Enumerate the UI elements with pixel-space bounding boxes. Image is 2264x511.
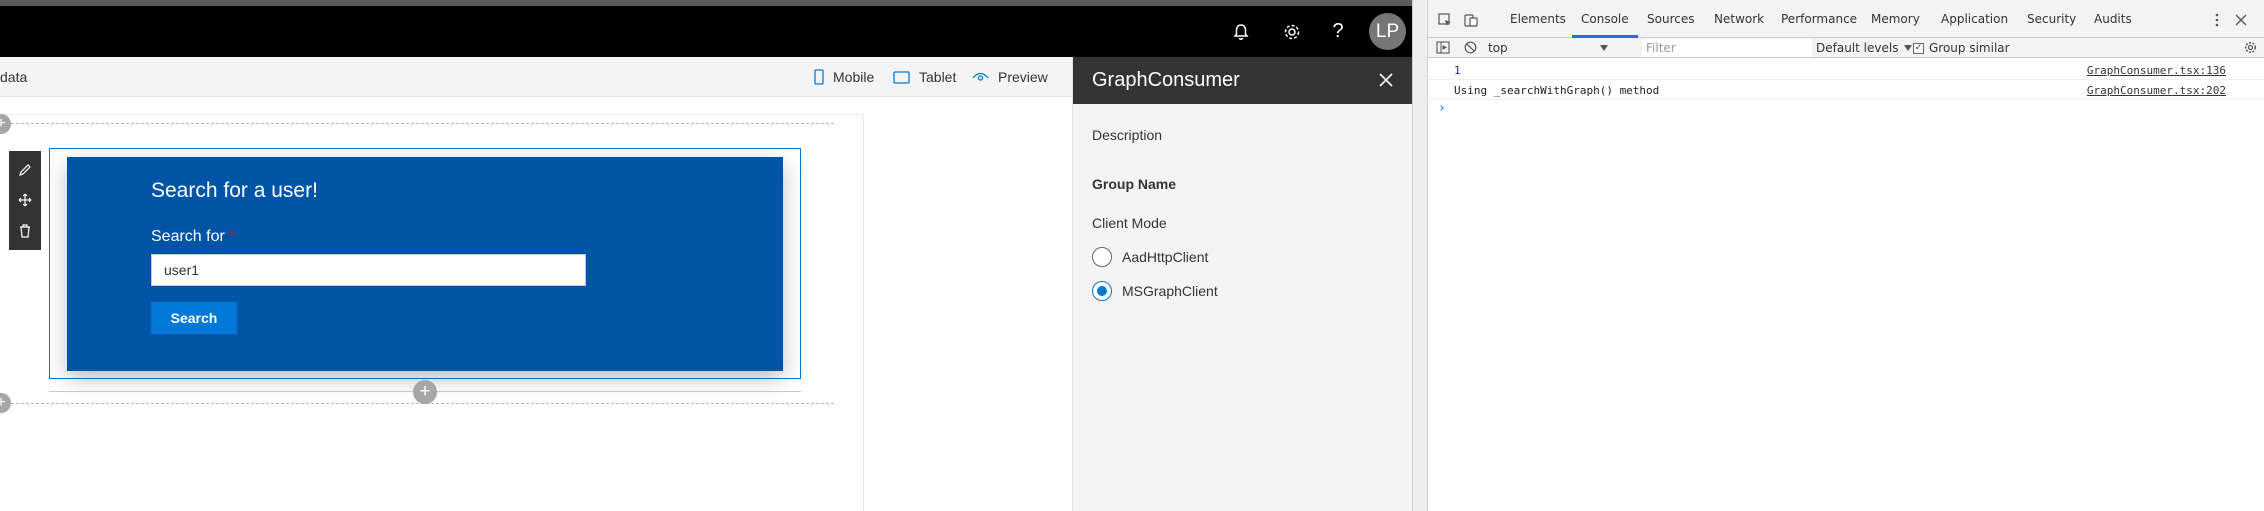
preview-label: Preview xyxy=(998,69,1048,85)
devtools-tab-bar: Elements Console Sources Network Perform… xyxy=(1428,0,2264,38)
console-message-text: 1 xyxy=(1454,64,1461,77)
group-name-field-label[interactable]: Group Name xyxy=(1092,176,1176,192)
edit-icon[interactable] xyxy=(13,157,37,183)
more-options-icon[interactable] xyxy=(2208,11,2226,29)
radio-circle[interactable] xyxy=(1092,247,1112,267)
radio-label: AadHttpClient xyxy=(1122,249,1209,265)
tab-sources[interactable]: Sources xyxy=(1647,12,1694,26)
property-pane-title: GraphConsumer xyxy=(1092,69,1240,91)
mobile-icon xyxy=(814,69,824,85)
close-icon[interactable] xyxy=(1373,67,1399,93)
delete-icon[interactable] xyxy=(13,218,37,244)
avatar-initials: LP xyxy=(1375,20,1400,42)
command-bar: data Mobile Tablet Preview xyxy=(0,57,1072,97)
devtools-panel: Elements Console Sources Network Perform… xyxy=(1428,0,2264,511)
search-input[interactable]: user1 xyxy=(151,254,586,286)
tab-memory[interactable]: Memory xyxy=(1871,12,1920,26)
tab-audits[interactable]: Audits xyxy=(2094,12,2132,26)
dropdown-arrow-icon xyxy=(1904,45,1913,51)
log-levels-label: Default levels xyxy=(1816,41,1899,55)
description-field-label[interactable]: Description xyxy=(1092,127,1162,143)
radio-aadhttpclient[interactable]: AadHttpClient xyxy=(1092,247,1208,267)
tab-console[interactable]: Console xyxy=(1581,12,1629,26)
console-settings-icon[interactable] xyxy=(2244,41,2257,54)
search-for-label: Search for * xyxy=(151,228,235,246)
console-message-text: Using _searchWithGraph() method xyxy=(1454,84,1660,97)
console-message: Using _searchWithGraph() method GraphCon… xyxy=(1428,81,2264,100)
search-button[interactable]: Search xyxy=(151,302,237,334)
console-prompt[interactable]: › xyxy=(1438,101,1446,116)
tab-security[interactable]: Security xyxy=(2027,12,2076,26)
suite-bar xyxy=(0,6,1412,57)
radio-msgraphclient[interactable]: MSGraphClient xyxy=(1092,281,1218,301)
client-mode-label: Client Mode xyxy=(1092,215,1167,231)
help-icon[interactable]: ? xyxy=(1313,6,1363,57)
group-similar-checkbox[interactable]: ✓ Group similar xyxy=(1913,41,2010,55)
close-devtools-icon[interactable] xyxy=(2232,11,2250,29)
mobile-button[interactable]: Mobile xyxy=(814,66,874,88)
console-source-link[interactable]: GraphConsumer.tsx:136 xyxy=(2087,64,2226,77)
avatar[interactable]: LP xyxy=(1369,13,1406,50)
clear-console-icon[interactable] xyxy=(1464,41,1477,54)
sharepoint-workbench: ? LP data Mobile Tablet Preview + + Sear… xyxy=(0,0,1413,511)
help-glyph: ? xyxy=(1332,20,1344,42)
tablet-label: Tablet xyxy=(919,69,957,85)
tab-elements[interactable]: Elements xyxy=(1510,12,1566,26)
property-pane: GraphConsumer Description Group Name Cli… xyxy=(1072,57,1413,511)
tab-network[interactable]: Network xyxy=(1714,12,1764,26)
radio-circle-checked[interactable] xyxy=(1092,281,1112,301)
add-webpart-icon[interactable]: + xyxy=(413,380,437,404)
graph-consumer-webpart: Search for a user! Search for * user1 Sea… xyxy=(67,157,783,371)
console-toolbar: top Filter Default levels ✓ Group simila… xyxy=(1428,38,2264,58)
required-marker: * xyxy=(228,228,236,245)
device-toolbar-icon[interactable] xyxy=(1462,11,1480,29)
tab-application[interactable]: Application xyxy=(1941,12,2008,26)
checkbox-checked[interactable]: ✓ xyxy=(1913,42,1924,54)
radio-label: MSGraphClient xyxy=(1122,283,1218,299)
group-similar-label: Group similar xyxy=(1929,41,2010,55)
tablet-button[interactable]: Tablet xyxy=(893,66,956,88)
inspect-element-icon[interactable] xyxy=(1436,11,1454,29)
webpart-toolbar xyxy=(9,151,41,250)
move-icon[interactable] xyxy=(13,187,37,213)
console-message: 1 GraphConsumer.tsx:136 xyxy=(1428,61,2264,80)
dropdown-arrow-icon xyxy=(1600,45,1608,51)
preview-button[interactable]: Preview xyxy=(972,66,1048,88)
mobile-label: Mobile xyxy=(833,69,875,85)
sidebar-toggle-icon[interactable] xyxy=(1436,41,1450,54)
console-source-link[interactable]: GraphConsumer.tsx:202 xyxy=(2087,84,2226,97)
eye-icon xyxy=(972,72,989,81)
log-levels-select[interactable]: Default levels xyxy=(1816,41,1913,55)
devtools-splitter[interactable] xyxy=(1412,0,1428,511)
bell-icon[interactable] xyxy=(1216,6,1266,57)
zone-divider-top xyxy=(6,123,834,124)
command-bar-title: data xyxy=(0,69,28,85)
tablet-icon xyxy=(893,70,910,84)
gear-icon[interactable] xyxy=(1267,6,1317,57)
tab-performance[interactable]: Performance xyxy=(1781,12,1857,26)
context-select[interactable]: top xyxy=(1488,41,1608,55)
search-for-text: Search for xyxy=(151,228,225,245)
filter-input[interactable]: Filter xyxy=(1642,39,1812,57)
property-pane-header: GraphConsumer xyxy=(1073,57,1413,104)
context-value: top xyxy=(1488,41,1508,55)
webpart-title: Search for a user! xyxy=(151,179,318,202)
